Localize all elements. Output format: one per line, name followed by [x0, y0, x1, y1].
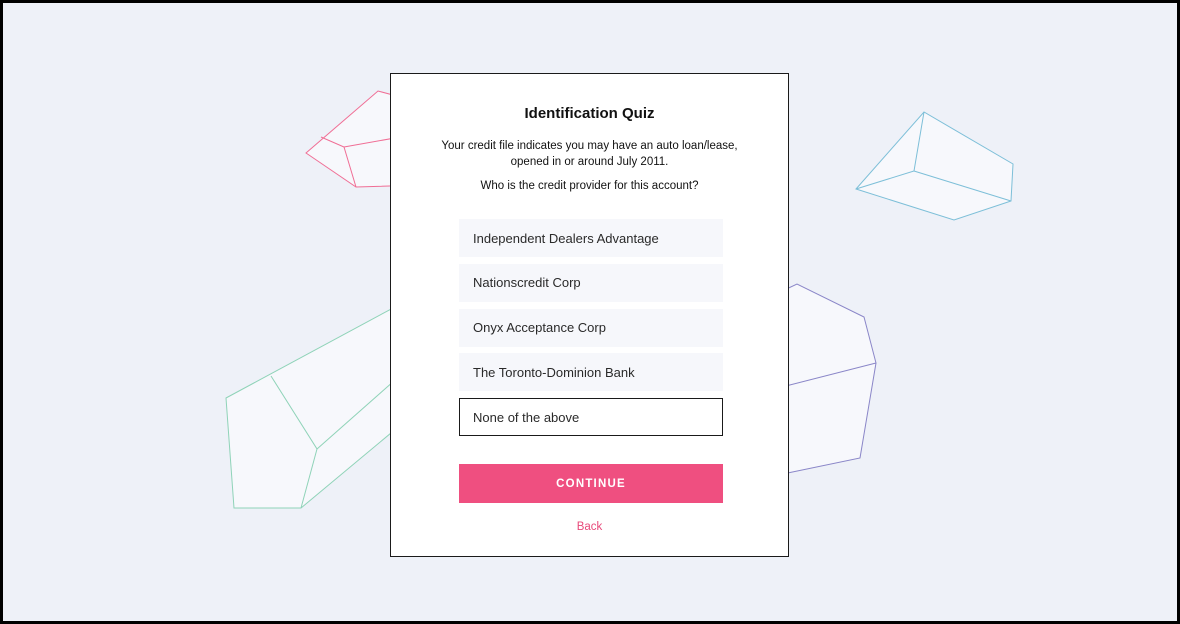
- quiz-title: Identification Quiz: [524, 105, 655, 122]
- identification-quiz-card: Identification Quiz Your credit file ind…: [390, 73, 789, 557]
- green-crystal-shape: [225, 307, 404, 509]
- purple-crystal-shape: [777, 283, 877, 476]
- back-link[interactable]: Back: [391, 521, 788, 533]
- quiz-description: Your credit file indicates you may have …: [441, 140, 738, 168]
- quiz-question: Who is the credit provider for this acco…: [480, 180, 699, 192]
- answer-options: Independent Dealers Advantage Nationscre…: [459, 219, 723, 443]
- option-independent-dealers-advantage[interactable]: Independent Dealers Advantage: [459, 219, 723, 257]
- continue-button[interactable]: CONTINUE: [459, 464, 723, 503]
- option-toronto-dominion-bank[interactable]: The Toronto-Dominion Bank: [459, 353, 723, 392]
- option-none-of-the-above[interactable]: None of the above: [459, 398, 723, 437]
- blue-crystal-shape: [855, 111, 1014, 221]
- option-nationscredit-corp[interactable]: Nationscredit Corp: [459, 263, 723, 302]
- option-onyx-acceptance-corp[interactable]: Onyx Acceptance Corp: [459, 308, 723, 347]
- page-background: Identification Quiz Your credit file ind…: [0, 0, 1180, 624]
